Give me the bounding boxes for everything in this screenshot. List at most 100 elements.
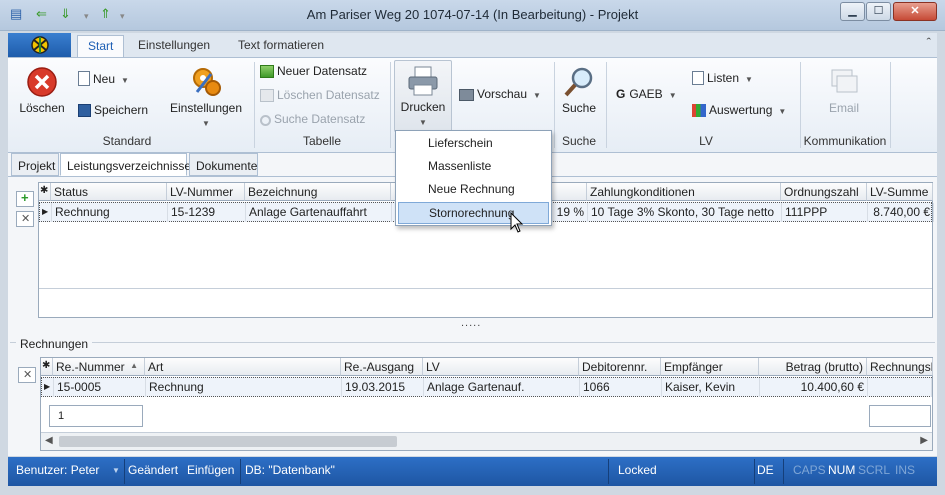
user-dropdown-icon[interactable]: ▼ xyxy=(112,466,120,475)
delete-button[interactable]: Löschen xyxy=(14,66,70,115)
col-art[interactable]: Art xyxy=(145,358,341,376)
window-title: Am Pariser Weg 20 1074-07-14 (In Bearbei… xyxy=(306,7,639,22)
gaeb-button[interactable]: G GAEB ▼ xyxy=(616,87,677,101)
status-changed: Geändert xyxy=(128,463,179,477)
print-menu: Lieferschein Massenliste Neue Rechnung S… xyxy=(395,130,552,226)
table-row[interactable]: ▶ 15-0005 Rechnung 19.03.2015 Anlage Gar… xyxy=(41,377,932,397)
menu-item-stornorechnung[interactable]: Stornorechnung xyxy=(398,202,549,224)
col-lv-summe[interactable]: LV-Summe xyxy=(867,183,933,201)
new-document-icon xyxy=(78,71,90,86)
menu-item-massenliste[interactable]: Massenliste xyxy=(398,156,549,178)
cell-rechnungsbe[interactable] xyxy=(868,378,932,397)
col-status[interactable]: Status xyxy=(51,183,167,201)
email-button[interactable]: Email xyxy=(820,66,868,115)
col-betrag[interactable]: Betrag (brutto) xyxy=(759,358,867,376)
new-record-button[interactable]: Neuer Datensatz xyxy=(260,64,367,78)
status-user[interactable]: Benutzer: Peter xyxy=(16,463,99,477)
status-lang: DE xyxy=(757,463,774,477)
separator xyxy=(608,459,609,484)
col-lv-nummer[interactable]: LV-Nummer xyxy=(167,183,245,201)
evaluation-label: Auswertung xyxy=(709,103,773,117)
col-re-nummer[interactable]: Re.-Nummer ▲ xyxy=(53,358,145,376)
tab-einstellungen[interactable]: Einstellungen xyxy=(128,35,220,57)
printer-icon xyxy=(408,66,438,96)
tab-leistungsverzeichnisse[interactable]: Leistungsverzeichnisse xyxy=(60,153,191,176)
title-bar: ▤ ⇐ ⇓ ▾ ⇑ ▾ Am Pariser Weg 20 1074-07-14… xyxy=(0,0,945,31)
grid-divider xyxy=(39,288,932,289)
cell-lv-summe[interactable]: 8.740,00 € xyxy=(868,203,934,222)
app-logo-icon xyxy=(31,36,49,54)
add-lv-button[interactable]: + xyxy=(16,190,34,207)
print-label: Drucken xyxy=(400,100,446,114)
menu-item-neue-rechnung[interactable]: Neue Rechnung xyxy=(398,179,549,201)
cell-debitorennr[interactable]: 1066 xyxy=(580,378,662,397)
gaeb-dropdown-icon: ▼ xyxy=(668,91,677,100)
scroll-right-icon[interactable]: ▶ xyxy=(920,435,928,446)
cell-status[interactable]: Rechnung xyxy=(52,203,168,222)
col-debitorennr[interactable]: Debitorennr. xyxy=(579,358,661,376)
separator xyxy=(890,62,891,148)
col-bezeichnung[interactable]: Bezeichnung xyxy=(245,183,391,201)
separator xyxy=(606,62,607,148)
remove-rechnung-button[interactable]: ✕ xyxy=(18,367,36,383)
evaluation-button[interactable]: Auswertung ▼ xyxy=(692,103,786,117)
col-rechnungsbe[interactable]: Rechnungsbe xyxy=(867,358,933,376)
remove-lv-button[interactable]: ✕ xyxy=(16,211,34,227)
splitter-handle[interactable]: ..... xyxy=(461,317,481,329)
tab-text-formatieren[interactable]: Text formatieren xyxy=(228,35,334,57)
settings-dropdown-icon: ▼ xyxy=(202,119,210,128)
close-button[interactable]: ✕ xyxy=(893,2,937,21)
cell-art[interactable]: Rechnung xyxy=(146,378,342,397)
cell-lv[interactable]: Anlage Gartenauf. xyxy=(424,378,580,397)
cell-re-ausgang[interactable]: 19.03.2015 xyxy=(342,378,424,397)
cell-betrag[interactable]: 10.400,60 € xyxy=(760,378,868,397)
new-button[interactable]: Neu ▼ xyxy=(78,71,129,86)
print-button[interactable]: Drucken ▼ xyxy=(394,60,452,132)
col-lv[interactable]: LV xyxy=(423,358,579,376)
delete-record-icon xyxy=(260,89,274,102)
cell-lv-nummer[interactable]: 15-1239 xyxy=(168,203,246,222)
preview-button[interactable]: Vorschau ▼ xyxy=(459,87,541,101)
status-num: NUM xyxy=(828,463,856,477)
lists-button[interactable]: Listen ▼ xyxy=(692,71,753,85)
file-menu-button[interactable] xyxy=(8,33,71,57)
tab-start[interactable]: Start xyxy=(77,35,125,57)
row-selector-header: ✱ xyxy=(39,183,51,201)
cell-bezeichnung[interactable]: Anlage Gartenauffahrt xyxy=(246,203,392,222)
search-button[interactable]: Suche xyxy=(558,66,600,115)
col-zahlungkonditionen[interactable]: Zahlungkonditionen xyxy=(587,183,781,201)
group-suche-label: Suche xyxy=(561,134,597,148)
email-label: Email xyxy=(828,101,859,115)
mouse-cursor-icon xyxy=(510,212,524,233)
col-ordnungszahl[interactable]: Ordnungszahl xyxy=(781,183,867,201)
separator xyxy=(554,62,555,148)
maximize-button[interactable]: ☐ xyxy=(866,2,891,21)
cell-ordnungszahl[interactable]: 111PPP xyxy=(782,203,868,222)
horizontal-scrollbar[interactable]: ◀ ▶ xyxy=(41,432,932,450)
separator xyxy=(783,459,784,484)
save-button[interactable]: Speichern xyxy=(78,103,148,117)
scroll-left-icon[interactable]: ◀ xyxy=(45,435,53,446)
search-record-label: Suche Datensatz xyxy=(274,112,366,126)
col-empfaenger[interactable]: Empfänger xyxy=(661,358,759,376)
tab-projekt[interactable]: Projekt xyxy=(11,153,59,176)
menu-item-lieferschein[interactable]: Lieferschein xyxy=(398,133,549,155)
col-re-ausgang[interactable]: Re.-Ausgang xyxy=(341,358,423,376)
separator xyxy=(124,459,125,484)
tab-dokumente[interactable]: Dokumente xyxy=(189,153,258,176)
settings-button[interactable]: Einstellungen ▼ xyxy=(168,64,244,129)
status-locked: Locked xyxy=(618,463,657,477)
cell-empfaenger[interactable]: Kaiser, Kevin xyxy=(662,378,760,397)
scrollbar-thumb[interactable] xyxy=(59,436,397,447)
cell-zahlungkonditionen[interactable]: 10 Tage 3% Skonto, 30 Tage netto xyxy=(588,203,782,222)
group-lv-label: LV xyxy=(699,134,713,148)
collapse-ribbon-icon[interactable]: ˆ xyxy=(927,35,931,50)
delete-record-label: Löschen Datensatz xyxy=(277,88,380,102)
minimize-button[interactable]: ▁ xyxy=(840,2,865,21)
magnifier-icon xyxy=(564,67,593,97)
delete-record-button[interactable]: Löschen Datensatz xyxy=(260,88,380,102)
row-selector-header: ✱ xyxy=(41,358,53,376)
new-record-label: Neuer Datensatz xyxy=(277,64,368,78)
search-record-button[interactable]: Suche Datensatz xyxy=(260,112,365,126)
cell-re-nummer[interactable]: 15-0005 xyxy=(54,378,146,397)
